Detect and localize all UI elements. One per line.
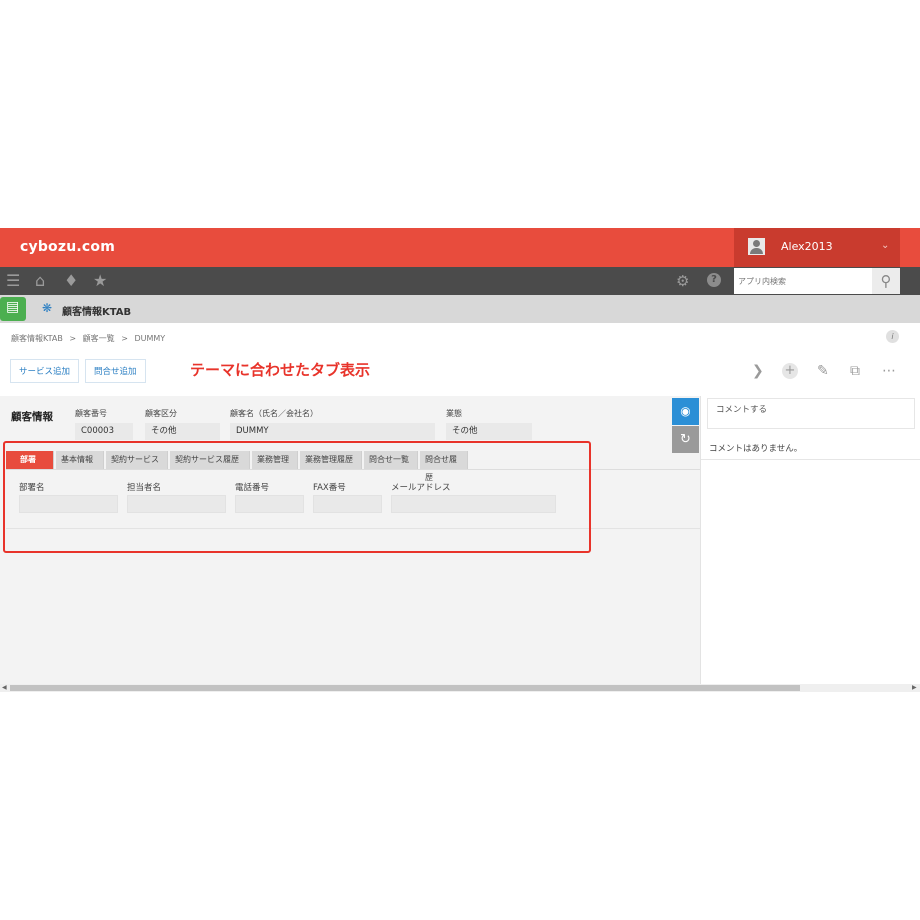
- comment-divider: [701, 459, 920, 460]
- add-inquiry-button[interactable]: 問合せ追加: [85, 359, 146, 383]
- search-input[interactable]: [734, 268, 874, 294]
- no-comments-text: コメントはありません。: [709, 444, 803, 454]
- gear-icon[interactable]: ⚙: [676, 271, 689, 291]
- field-value: その他: [446, 423, 532, 440]
- app-title: 顧客情報KTAB: [62, 307, 132, 318]
- field-value: DUMMY: [230, 423, 435, 440]
- breadcrumb: 顧客情報KTAB > 顧客一覧 > DUMMY: [11, 333, 169, 344]
- bell-icon[interactable]: ♦: [64, 271, 78, 291]
- field-label: 顧客名（氏名／会社名）: [230, 409, 318, 418]
- record-detail: 顧客情報 顧客番号 C00003 顧客区分 その他 顧客名（氏名／会社名） DU…: [0, 396, 700, 684]
- help-icon[interactable]: ?: [707, 273, 721, 287]
- app-icon[interactable]: [0, 297, 26, 321]
- cybozu-logo[interactable]: cybozu.com: [20, 239, 115, 255]
- breadcrumb-separator: >: [69, 334, 77, 343]
- history-icon[interactable]: ↻: [672, 426, 699, 453]
- app-title-bar: ❋ 顧客情報KTAB: [0, 295, 920, 323]
- search-icon[interactable]: ⚲: [872, 268, 900, 294]
- scroll-right-icon[interactable]: ▶: [912, 684, 917, 692]
- app-search: ⚲: [734, 268, 900, 294]
- comment-icon[interactable]: ◉: [672, 398, 699, 425]
- field-label: 顧客番号: [75, 409, 107, 418]
- home-icon[interactable]: ⌂: [35, 271, 45, 291]
- scroll-left-icon[interactable]: ◀: [2, 684, 7, 692]
- field-label: 顧客区分: [145, 409, 177, 418]
- user-name: Alex2013: [781, 240, 833, 253]
- comment-panel: コメントする コメントはありません。: [700, 396, 920, 684]
- pin-icon[interactable]: ❋: [42, 301, 52, 315]
- horizontal-scrollbar[interactable]: ◀ ▶: [0, 684, 920, 692]
- add-service-button[interactable]: サービス追加: [10, 359, 80, 383]
- breadcrumb-record: DUMMY: [134, 334, 166, 343]
- breadcrumb-list[interactable]: 顧客一覧: [83, 334, 115, 343]
- header-bar: cybozu.com Alex2013 ⌄: [0, 228, 920, 267]
- breadcrumb-app[interactable]: 顧客情報KTAB: [11, 334, 63, 343]
- avatar-icon: [748, 238, 765, 255]
- app-window: cybozu.com Alex2013 ⌄ ☰ ⌂ ♦ ★ ⚙ ? ⚲ ❋ 顧客…: [0, 228, 920, 692]
- more-icon[interactable]: ⋯: [882, 363, 896, 379]
- group-title: 顧客情報: [11, 411, 53, 423]
- field-value: その他: [145, 423, 220, 440]
- edit-icon[interactable]: ✎: [817, 363, 829, 379]
- star-icon[interactable]: ★: [93, 271, 107, 291]
- scrollbar-thumb[interactable]: [10, 685, 800, 691]
- annotation-text: テーマに合わせたタブ表示: [190, 361, 371, 379]
- info-icon[interactable]: i: [886, 330, 899, 343]
- chevron-right-icon[interactable]: ❯: [752, 363, 764, 379]
- comment-input[interactable]: コメントする: [707, 398, 915, 429]
- chevron-down-icon: ⌄: [881, 240, 890, 251]
- copy-icon[interactable]: ⧉: [850, 363, 860, 379]
- add-record-icon[interactable]: +: [782, 363, 798, 379]
- field-label: 業態: [446, 409, 462, 418]
- menu-icon[interactable]: ☰: [6, 271, 20, 291]
- field-value: C00003: [75, 423, 133, 440]
- user-menu[interactable]: Alex2013 ⌄: [734, 228, 900, 267]
- annotation-highlight-box: [3, 441, 591, 553]
- breadcrumb-separator: >: [121, 334, 128, 343]
